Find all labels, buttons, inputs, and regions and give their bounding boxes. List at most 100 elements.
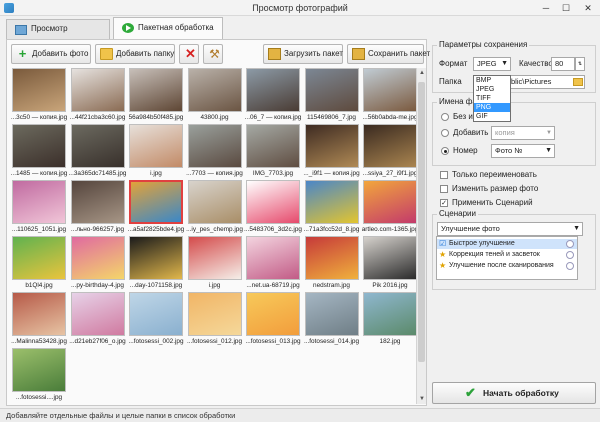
photo-thumbnail[interactable]: ...7703 — копия.jpg xyxy=(186,124,244,180)
close-button[interactable]: ✕ xyxy=(576,0,600,16)
clear-list-button[interactable]: ⚒ xyxy=(203,44,223,64)
rename-only-checkbox[interactable] xyxy=(440,171,448,179)
format-option[interactable]: PNG xyxy=(474,103,510,112)
photo-thumbnail[interactable]: ...3a365dc71485.jpg xyxy=(69,124,127,180)
scenario-select[interactable]: Улучшение фото ▼ xyxy=(437,222,583,236)
minimize-button[interactable]: ─ xyxy=(536,0,556,16)
photo-thumbnail[interactable]: Pik 2016.jpg xyxy=(361,236,416,292)
tab-batch[interactable]: Пакетная обработка xyxy=(113,17,223,39)
photo-thumbnail[interactable]: artleo.com-1365.jpg xyxy=(361,180,416,236)
format-option[interactable]: JPEG xyxy=(474,85,510,94)
photo-thumbnail[interactable]: ...iy_pes_chemp.jpg xyxy=(186,180,244,236)
delete-icon: ✕ xyxy=(185,46,196,61)
photo-caption: nedstram.jpg xyxy=(313,282,350,289)
format-option[interactable]: BMP xyxy=(474,76,510,85)
photo-thumbnail[interactable]: ...d21eb27f06_o.jpg xyxy=(69,292,127,348)
photo-image xyxy=(12,180,66,224)
scenario-item[interactable]: ★ Коррекция теней и засветок xyxy=(437,250,577,260)
photo-thumbnail[interactable]: b1Ql4.jpg xyxy=(10,236,68,292)
format-label: Формат xyxy=(439,59,468,68)
photo-thumbnail[interactable]: ...1485 — копия.jpg xyxy=(10,124,68,180)
photo-thumbnail[interactable]: ...a5af2825bde4.jpg xyxy=(127,180,185,236)
photo-caption: ...110625_1051.jpg xyxy=(11,226,67,233)
photo-thumbnail[interactable]: ...fotosessi_013.jpg xyxy=(244,292,302,348)
photo-caption: ...fotosessi_014.jpg xyxy=(303,338,360,345)
maximize-button[interactable]: ☐ xyxy=(556,0,576,16)
scenario-item[interactable]: ☑ Быстрое улучшение xyxy=(437,239,577,249)
photo-caption: ...7703 — копия.jpg xyxy=(186,170,243,177)
photo-caption: ...a5af2825bde4.jpg xyxy=(127,226,185,233)
photo-thumbnail[interactable]: ...fotosessi_002.jpg xyxy=(127,292,185,348)
scroll-thumb[interactable] xyxy=(418,82,425,362)
save-batch-button[interactable]: Сохранить пакет xyxy=(347,44,430,64)
photo-image xyxy=(12,124,66,168)
photo-thumbnail[interactable]: ...06_7 — копия.jpg xyxy=(244,68,302,124)
format-select[interactable]: JPEG ▼ xyxy=(473,57,511,71)
photo-thumbnail[interactable]: ...fotosessi_014.jpg xyxy=(303,292,361,348)
number-pattern-select[interactable]: Фото № ▼ xyxy=(491,144,555,158)
vertical-scrollbar[interactable]: ▲ ▼ xyxy=(416,68,426,404)
resize-checkbox[interactable] xyxy=(440,185,448,193)
apply-scenario-checkbox[interactable]: ✓ xyxy=(440,199,448,207)
photo-thumbnail[interactable]: ...py-birthday-4.jpg xyxy=(69,236,127,292)
photo-caption: i.jpg xyxy=(208,282,221,289)
format-option[interactable]: TIFF xyxy=(474,94,510,103)
photo-image xyxy=(129,292,183,336)
photo-image xyxy=(304,236,359,280)
photo-thumbnail[interactable]: 56a984b50f485.jpg xyxy=(127,68,185,124)
photo-thumbnail[interactable]: nedstram.jpg xyxy=(303,236,361,292)
scroll-down-icon[interactable]: ▼ xyxy=(417,394,427,404)
photo-caption: ...льно-966257.jpg xyxy=(70,226,125,233)
photo-thumbnail[interactable]: ...44f21cba3c60.jpg xyxy=(69,68,127,124)
add-folder-button[interactable]: Добавить папку xyxy=(95,44,175,64)
photo-thumbnail[interactable]: ..._i9f1 — копия.jpg xyxy=(303,124,361,180)
quality-spinner[interactable]: ⇅ xyxy=(575,57,585,71)
photo-thumbnail[interactable]: ...fotosessi....jpg xyxy=(10,348,68,404)
photo-thumbnail[interactable]: ...3c50 — копия.jpg xyxy=(10,68,68,124)
photo-thumbnail[interactable]: ...ssiya_27_i9f1.jpg xyxy=(361,124,416,180)
quality-input[interactable]: 80 xyxy=(551,57,575,71)
photo-caption: ...net.ua-68719.jpg xyxy=(246,282,300,289)
scroll-up-icon[interactable]: ▲ xyxy=(417,68,427,78)
format-option[interactable]: GIF xyxy=(474,112,510,121)
radio-add[interactable] xyxy=(441,129,449,137)
photo-thumbnail[interactable]: 115469806_7.jpg xyxy=(303,68,361,124)
delete-button[interactable]: ✕ xyxy=(179,44,199,64)
photo-thumbnail[interactable]: ...5483706_3d2c.jpg xyxy=(244,180,302,236)
photo-caption: IMG_7703.jpg xyxy=(252,170,294,177)
add-suffix-input[interactable]: копия ▼ xyxy=(491,126,555,140)
tab-view[interactable]: Просмотр xyxy=(6,19,110,39)
file-names-group: Имена фай Без изменения Добавить копия ▼… xyxy=(432,97,596,166)
photo-thumbnail[interactable]: ...110625_1051.jpg xyxy=(10,180,68,236)
photo-thumbnail[interactable]: i.jpg xyxy=(127,124,185,180)
photo-image xyxy=(129,124,183,168)
photo-thumbnail[interactable]: ...льно-966257.jpg xyxy=(69,180,127,236)
radio-no-change[interactable] xyxy=(441,113,449,121)
photo-thumbnail[interactable]: i.jpg xyxy=(186,236,244,292)
photo-image xyxy=(363,292,416,336)
folder-browse-icon[interactable] xyxy=(573,78,583,86)
photo-thumbnail[interactable]: ...Malinna53428.jpg xyxy=(10,292,68,348)
photo-thumbnail[interactable]: IMG_7703.jpg xyxy=(244,124,302,180)
radio-number[interactable] xyxy=(441,147,449,155)
photo-thumbnail[interactable]: ...71a3fcc52d_8.jpg xyxy=(303,180,361,236)
photo-thumbnail[interactable]: ...day-1071158.jpg xyxy=(127,236,185,292)
photo-thumbnail[interactable]: ...56b0abda-me.jpg xyxy=(361,68,416,124)
load-batch-button[interactable]: Загрузить пакет xyxy=(263,44,343,64)
photo-image xyxy=(129,180,183,224)
photo-thumbnail[interactable]: ...fotosessi_012.jpg xyxy=(186,292,244,348)
photo-thumbnail[interactable]: 182.jpg xyxy=(361,292,416,348)
photo-caption: ..._i9f1 — копия.jpg xyxy=(303,170,360,177)
photo-caption: ...56b0abda-me.jpg xyxy=(362,114,416,121)
number-label: Номер xyxy=(453,146,478,155)
photo-grid: ...3c50 — копия.jpg ...44f21cba3c60.jpg 56… xyxy=(10,68,416,404)
scenario-selected: Улучшение фото xyxy=(441,224,500,233)
start-processing-button[interactable]: ✔ Начать обработку xyxy=(432,382,596,404)
photo-image xyxy=(363,124,416,168)
photo-thumbnail[interactable]: 43800.jpg xyxy=(186,68,244,124)
photo-caption: ...day-1071158.jpg xyxy=(129,282,183,289)
photo-thumbnail[interactable]: ...net.ua-68719.jpg xyxy=(244,236,302,292)
add-photo-button[interactable]: + Добавить фото xyxy=(11,44,91,64)
scenario-item[interactable]: ★ Улучшение после сканирования xyxy=(437,261,577,271)
photo-caption: 182.jpg xyxy=(379,338,401,345)
